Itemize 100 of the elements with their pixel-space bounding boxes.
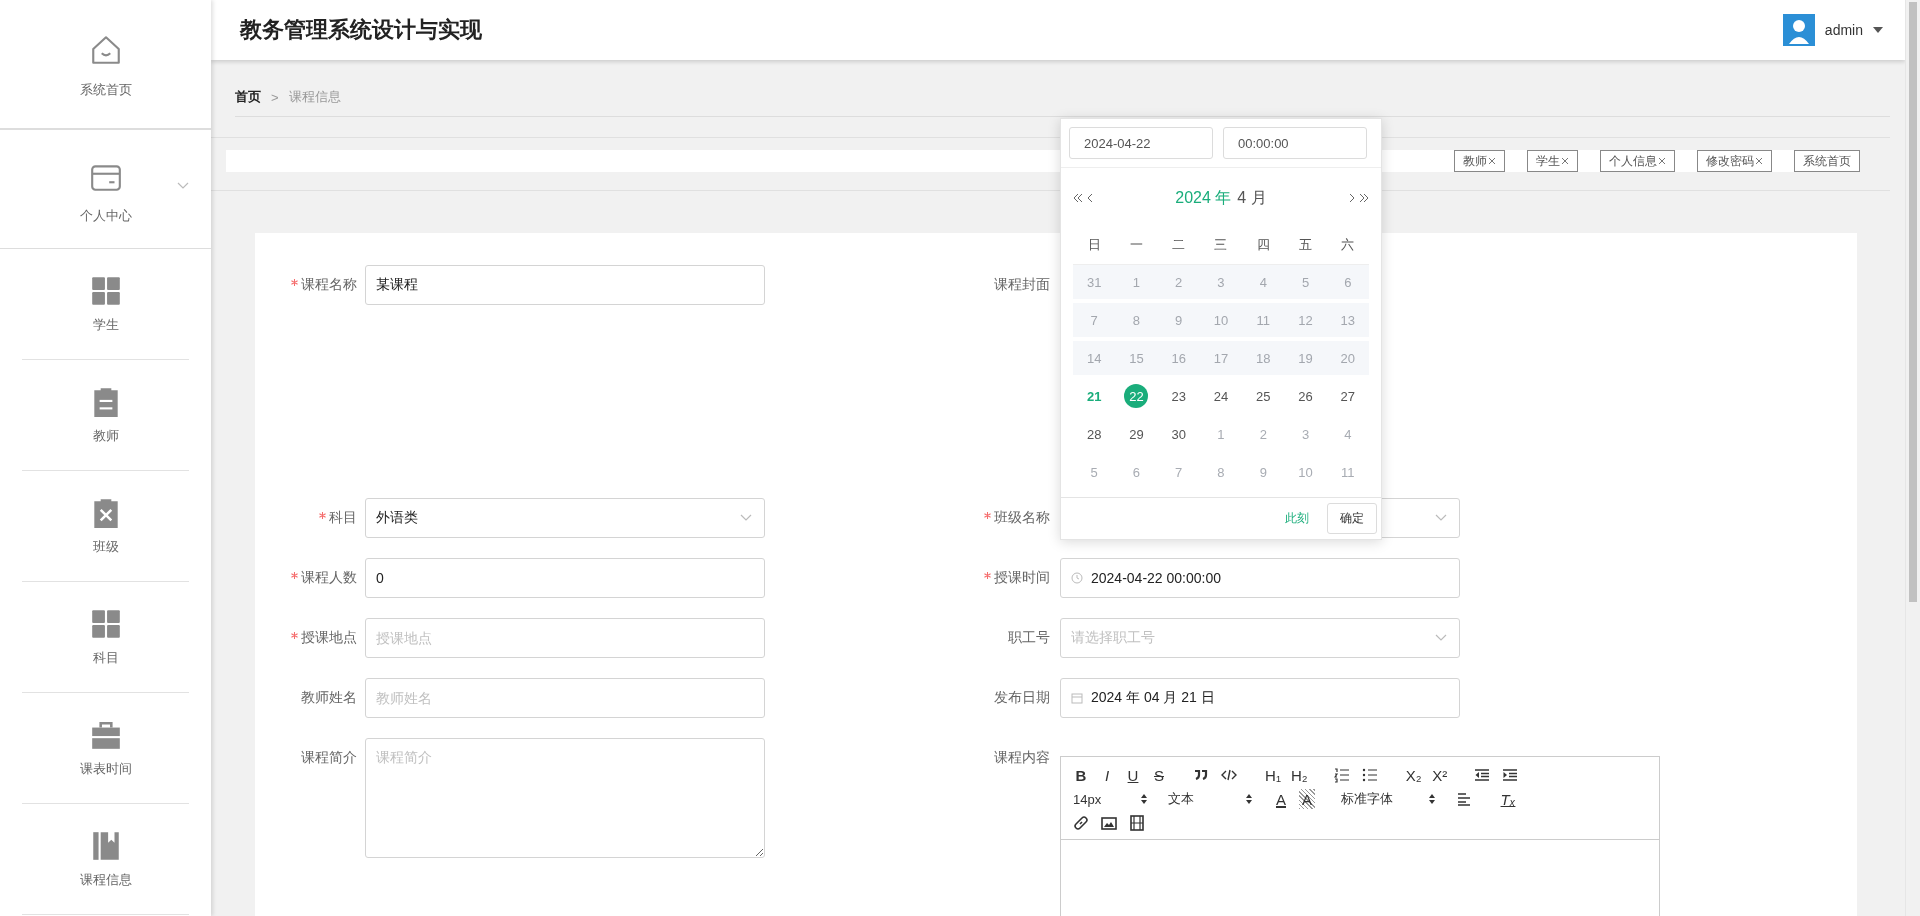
script-button[interactable]: X₂ [1405, 765, 1422, 785]
sidebar-item[interactable]: 课程信息 [22, 804, 189, 915]
sidebar-item[interactable]: 教师 [22, 360, 189, 471]
calendar-day: 20 [1335, 346, 1360, 370]
scrollbar[interactable] [1905, 0, 1920, 916]
calendar-day: 14 [1082, 346, 1107, 370]
numbered-list-icon[interactable] [1333, 767, 1350, 783]
caret-icon[interactable] [1873, 27, 1883, 33]
user-name[interactable]: admin [1824, 22, 1863, 38]
calendar-day: 7 [1082, 308, 1107, 332]
page-tag[interactable]: 系统首页 [1794, 150, 1860, 172]
align-left-icon[interactable] [1456, 791, 1472, 807]
field-label: 班级名称 [994, 509, 1050, 527]
font-size-select[interactable]: 14px [1073, 791, 1148, 807]
calendar-day: 5 [1293, 270, 1318, 294]
link-icon[interactable] [1073, 815, 1089, 831]
calendar-day[interactable]: 28 [1082, 422, 1107, 446]
select-field[interactable]: 外语类 [365, 498, 765, 538]
chevron-down-icon [1435, 634, 1447, 642]
datetime-field[interactable]: 2024-04-22 00:00:00 [1060, 558, 1460, 598]
calendar-day[interactable]: 29 [1124, 422, 1149, 446]
clear-format-button[interactable]: Tₓ [1500, 789, 1516, 809]
sidebar-item[interactable]: 科目 [22, 582, 189, 693]
page-tag[interactable]: 学生 [1527, 150, 1578, 172]
sidebar-item[interactable]: 学生 [22, 249, 189, 360]
text-field[interactable]: 某课程 [365, 265, 765, 305]
field-label: 教师姓名 [301, 689, 357, 707]
calendar-day: 3 [1209, 270, 1233, 294]
calendar-day: 2 [1166, 270, 1191, 294]
month-label[interactable]: 4 月 [1237, 187, 1267, 209]
time-input[interactable]: 00:00:00 [1223, 127, 1367, 159]
text-field[interactable]: 教师姓名 [365, 678, 765, 718]
format-button[interactable]: B [1073, 765, 1089, 785]
heading-button[interactable]: H₂ [1291, 765, 1308, 785]
avatar-icon[interactable] [1782, 14, 1815, 46]
sidebar-item[interactable]: 班级 [22, 471, 189, 582]
double-left-icon[interactable] [1073, 193, 1083, 203]
breadcrumb-item[interactable]: 首页 [235, 88, 261, 106]
text-area[interactable]: 课程简介 [365, 738, 765, 858]
confirm-button[interactable]: 确定 [1327, 503, 1377, 534]
script-button[interactable]: X² [1431, 765, 1448, 785]
format-button[interactable]: U [1125, 765, 1141, 785]
close-icon[interactable] [1658, 157, 1666, 165]
font-color-button[interactable]: A [1273, 789, 1289, 809]
close-icon[interactable] [1488, 157, 1496, 165]
field-label: 课程封面 [994, 276, 1050, 294]
calendar-day[interactable]: 25 [1251, 384, 1276, 408]
sidebar-item[interactable]: 课表时间 [22, 693, 189, 804]
chevron-left-icon[interactable] [1085, 193, 1095, 203]
calendar-day: 31 [1082, 270, 1107, 294]
field-label: 课程内容 [994, 749, 1050, 767]
clock-icon [1071, 572, 1083, 584]
calendar-day[interactable]: 23 [1166, 384, 1191, 408]
calendar-day: 4 [1251, 270, 1276, 294]
image-icon[interactable] [1101, 815, 1117, 831]
calendar-icon [1071, 692, 1083, 704]
field-label: 授课地点 [301, 629, 357, 647]
page-tag[interactable]: 教师 [1454, 150, 1505, 172]
text-field[interactable]: 授课地点 [365, 618, 765, 658]
sidebar-item[interactable]: 个人中心 [0, 130, 211, 249]
background-color-button[interactable]: A [1299, 789, 1315, 809]
calendar-day: 12 [1293, 308, 1318, 332]
breadcrumb-item: 课程信息 [288, 88, 341, 106]
page-tag[interactable]: 修改密码 [1697, 150, 1772, 172]
bullet-list-icon[interactable] [1361, 767, 1378, 783]
field-label: 课程人数 [301, 569, 357, 587]
app-title: 教务管理系统设计与实现 [240, 16, 483, 44]
indent-icon[interactable] [1501, 767, 1518, 783]
heading-button[interactable]: H₁ [1265, 765, 1281, 785]
block-type-select[interactable]: 文本 [1168, 790, 1253, 808]
sort-caret-icon [1140, 793, 1148, 805]
field-label: 职工号 [1008, 629, 1050, 647]
font-family-select[interactable]: 标准字体 [1341, 790, 1436, 808]
format-button[interactable]: S [1151, 765, 1167, 785]
chevron-right-icon[interactable] [1347, 193, 1357, 203]
calendar-day[interactable]: 26 [1293, 384, 1318, 408]
date-field[interactable]: 2024 年 04 月 21 日 [1060, 678, 1460, 718]
chevron-down-icon [177, 182, 189, 190]
sort-caret-icon [1428, 793, 1436, 805]
field-label: 课程名称 [301, 276, 357, 294]
text-field[interactable]: 0 [365, 558, 765, 598]
calendar-day: 11 [1251, 308, 1276, 332]
date-input[interactable]: 2024-04-22 [1069, 127, 1213, 159]
film-icon[interactable] [1129, 815, 1145, 831]
page-tag[interactable]: 个人信息 [1600, 150, 1675, 172]
calendar-day: 16 [1166, 346, 1191, 370]
format-button[interactable]: I [1099, 765, 1115, 785]
calendar-day[interactable]: 27 [1335, 384, 1360, 408]
outdent-icon[interactable] [1473, 767, 1490, 783]
calendar-day: 9 [1166, 308, 1191, 332]
close-icon[interactable] [1561, 157, 1569, 165]
rich-text-editor[interactable]: B I U S H₁ H₂ X₂ X² 14px 文本 A A 标准字体 Tₓ [1060, 756, 1660, 916]
calendar-day: 17 [1209, 346, 1233, 370]
calendar-day[interactable]: 24 [1209, 384, 1233, 408]
code-icon[interactable] [1221, 767, 1237, 783]
calendar-day[interactable]: 30 [1166, 422, 1191, 446]
close-icon[interactable] [1755, 157, 1763, 165]
calendar-day: 19 [1293, 346, 1318, 370]
double-right-icon[interactable] [1359, 193, 1369, 203]
quote-icon[interactable] [1193, 767, 1209, 783]
